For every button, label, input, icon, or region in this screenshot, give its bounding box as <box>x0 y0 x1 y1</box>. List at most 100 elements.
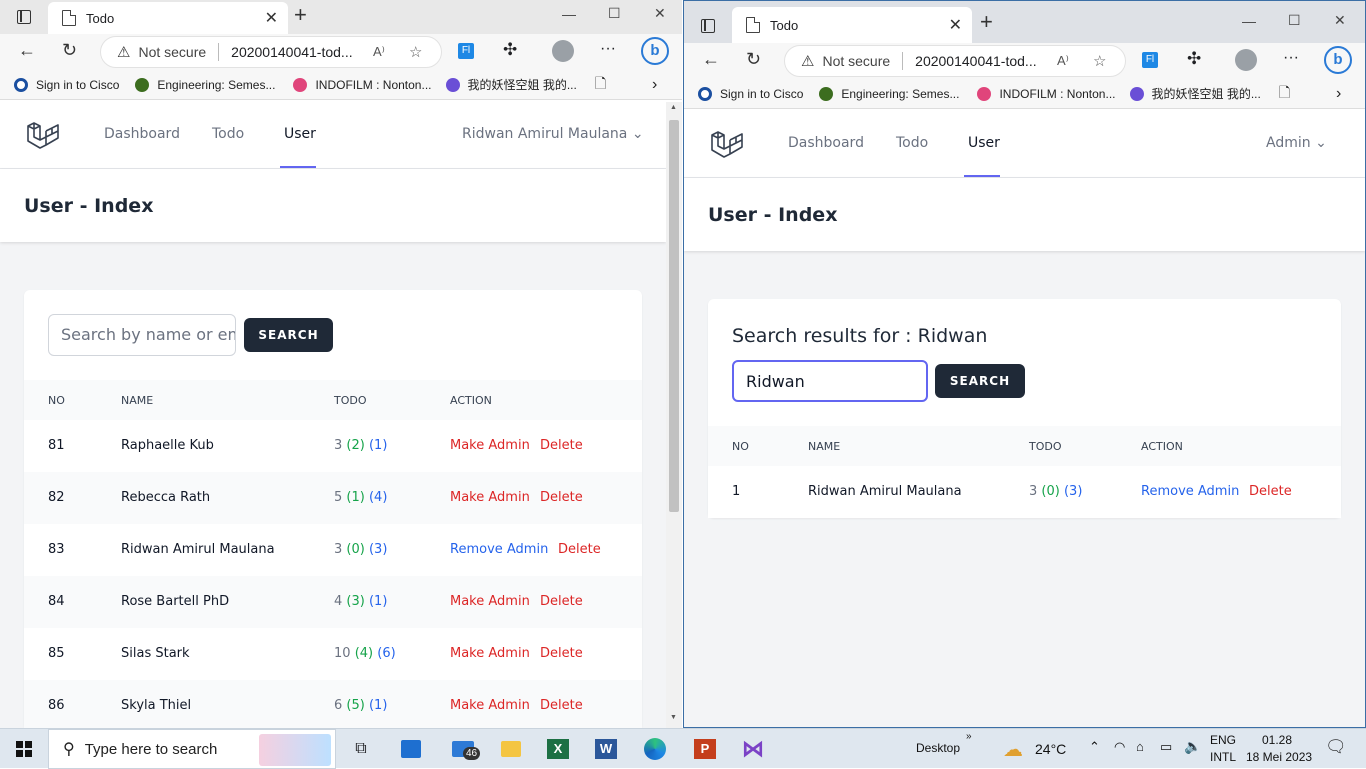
favorite-icon[interactable]: ☆ <box>409 43 422 61</box>
extension-icon[interactable]: Fl <box>458 43 474 59</box>
laravel-logo-icon[interactable] <box>710 129 744 161</box>
word-icon[interactable]: W <box>591 729 621 769</box>
file-explorer-icon[interactable] <box>496 729 526 769</box>
user-menu[interactable]: Ridwan Amirul Maulana ⌄ <box>462 126 644 142</box>
nav-user[interactable]: User <box>284 126 316 142</box>
bookmark-item[interactable]: Engineering: Semes... <box>819 86 959 101</box>
clock-time[interactable]: 01.28 <box>1262 733 1292 747</box>
browser-tab[interactable]: Todo ✕ <box>732 7 972 43</box>
extension-icon[interactable]: Fl <box>1142 52 1158 68</box>
search-input[interactable]: Ridwan <box>732 360 928 402</box>
delete-link[interactable]: Delete <box>1249 484 1292 499</box>
delete-link[interactable]: Delete <box>540 438 583 453</box>
taskbar-search[interactable]: ⚲ Type here to search <box>48 729 336 769</box>
language-bottom[interactable]: INTL <box>1210 750 1236 764</box>
minimize-icon[interactable]: — <box>1242 13 1256 29</box>
address-bar[interactable]: ⚠ Not secure 20200140041-tod... A⁾ ☆ <box>100 36 442 68</box>
new-tab-icon[interactable]: + <box>980 9 993 35</box>
search-button[interactable]: SEARCH <box>935 364 1025 398</box>
close-tab-icon[interactable]: ✕ <box>949 15 962 35</box>
network-icon[interactable]: ◠ <box>1114 739 1125 755</box>
more-menu-icon[interactable]: ··· <box>600 40 616 58</box>
more-bookmarks-icon[interactable]: › <box>652 76 657 94</box>
tab-actions-icon[interactable] <box>701 19 715 33</box>
close-tab-icon[interactable]: ✕ <box>265 8 278 28</box>
close-window-icon[interactable]: ✕ <box>1334 12 1346 29</box>
excel-icon[interactable]: X <box>543 729 573 769</box>
read-aloud-icon[interactable]: A⁾ <box>1057 53 1069 69</box>
make-admin-link[interactable]: Make Admin <box>450 646 530 661</box>
battery-icon[interactable]: ▭ <box>1160 739 1172 755</box>
laravel-logo-icon[interactable] <box>26 120 60 152</box>
folder-icon[interactable]: 🗋 <box>1279 82 1290 106</box>
bookmark-item[interactable]: INDOFILM : Nonton... <box>977 86 1116 101</box>
task-view-icon[interactable]: ⧉ <box>346 729 376 769</box>
edge-icon[interactable] <box>640 729 670 769</box>
nav-todo[interactable]: Todo <box>896 135 928 151</box>
delete-link[interactable]: Delete <box>540 594 583 609</box>
bookmark-item[interactable]: 我的妖怪空姐 我的... <box>1129 85 1261 102</box>
browser-tab[interactable]: Todo ✕ <box>48 2 288 34</box>
favorite-icon[interactable]: ☆ <box>1093 52 1106 70</box>
nav-dashboard[interactable]: Dashboard <box>104 126 180 142</box>
scrollbar-thumb[interactable] <box>669 120 679 512</box>
bookmark-item[interactable]: 我的妖怪空姐 我的... <box>445 76 577 93</box>
remove-admin-link[interactable]: Remove Admin <box>450 542 548 557</box>
start-button[interactable] <box>0 729 48 769</box>
bing-icon[interactable]: b <box>641 37 669 65</box>
refresh-icon[interactable]: ↻ <box>746 49 761 70</box>
volume-icon[interactable]: 🔈 <box>1184 738 1201 755</box>
nav-dashboard[interactable]: Dashboard <box>788 135 864 151</box>
bookmark-item[interactable]: Sign in to Cisco <box>698 86 803 101</box>
back-icon[interactable]: ← <box>18 40 36 61</box>
nav-todo[interactable]: Todo <box>212 126 244 142</box>
delete-link[interactable]: Delete <box>540 698 583 713</box>
bookmark-item[interactable]: INDOFILM : Nonton... <box>293 77 432 92</box>
user-menu[interactable]: Admin ⌄ <box>1266 135 1327 151</box>
bing-icon[interactable]: b <box>1324 46 1352 74</box>
visual-studio-icon[interactable]: ⋈ <box>738 729 768 769</box>
language-top[interactable]: ENG <box>1210 733 1236 747</box>
overflow-chevron-icon[interactable]: » <box>966 731 972 742</box>
nav-user[interactable]: User <box>968 135 1000 151</box>
delete-link[interactable]: Delete <box>558 542 601 557</box>
new-tab-icon[interactable]: + <box>294 2 307 28</box>
delete-link[interactable]: Delete <box>540 646 583 661</box>
minimize-icon[interactable]: — <box>562 6 576 22</box>
make-admin-link[interactable]: Make Admin <box>450 594 530 609</box>
search-button[interactable]: SEARCH <box>244 318 333 352</box>
address-bar[interactable]: ⚠ Not secure 20200140041-tod... A⁾ ☆ <box>784 45 1126 77</box>
mail-icon[interactable]: 46 <box>445 729 481 769</box>
bookmark-item[interactable]: Sign in to Cisco <box>14 77 119 92</box>
folder-icon[interactable]: 🗋 <box>595 73 606 97</box>
store-icon[interactable] <box>396 729 426 769</box>
maximize-icon[interactable]: ☐ <box>608 5 621 22</box>
make-admin-link[interactable]: Make Admin <box>450 698 530 713</box>
back-icon[interactable]: ← <box>702 49 720 70</box>
more-bookmarks-icon[interactable]: › <box>1336 85 1341 103</box>
show-hidden-icons-icon[interactable]: ⌃ <box>1089 739 1100 755</box>
powerpoint-icon[interactable]: P <box>690 729 720 769</box>
notification-icon[interactable]: 🗨 <box>1325 737 1347 757</box>
profile-avatar-icon[interactable] <box>1235 49 1257 71</box>
vpn-icon[interactable]: ⌂ <box>1136 739 1144 754</box>
make-admin-link[interactable]: Make Admin <box>450 490 530 505</box>
search-input[interactable]: Search by name or em <box>48 314 236 356</box>
read-aloud-icon[interactable]: A⁾ <box>373 44 385 60</box>
extensions-puzzle-icon[interactable]: ✣ <box>1187 49 1201 69</box>
tab-actions-icon[interactable] <box>17 10 31 24</box>
clock-date[interactable]: 18 Mei 2023 <box>1246 750 1312 764</box>
close-window-icon[interactable]: ✕ <box>654 5 666 22</box>
temperature[interactable]: 24°C <box>1035 741 1066 757</box>
make-admin-link[interactable]: Make Admin <box>450 438 530 453</box>
bookmark-item[interactable]: Engineering: Semes... <box>135 77 275 92</box>
scroll-down-icon[interactable]: ▼ <box>670 714 677 721</box>
profile-avatar-icon[interactable] <box>552 40 574 62</box>
delete-link[interactable]: Delete <box>540 490 583 505</box>
more-menu-icon[interactable]: ··· <box>1283 49 1299 67</box>
refresh-icon[interactable]: ↻ <box>62 40 77 61</box>
scroll-up-icon[interactable]: ▲ <box>670 104 677 111</box>
maximize-icon[interactable]: ☐ <box>1288 12 1301 29</box>
desktop-label[interactable]: Desktop <box>916 741 960 755</box>
remove-admin-link[interactable]: Remove Admin <box>1141 484 1239 499</box>
